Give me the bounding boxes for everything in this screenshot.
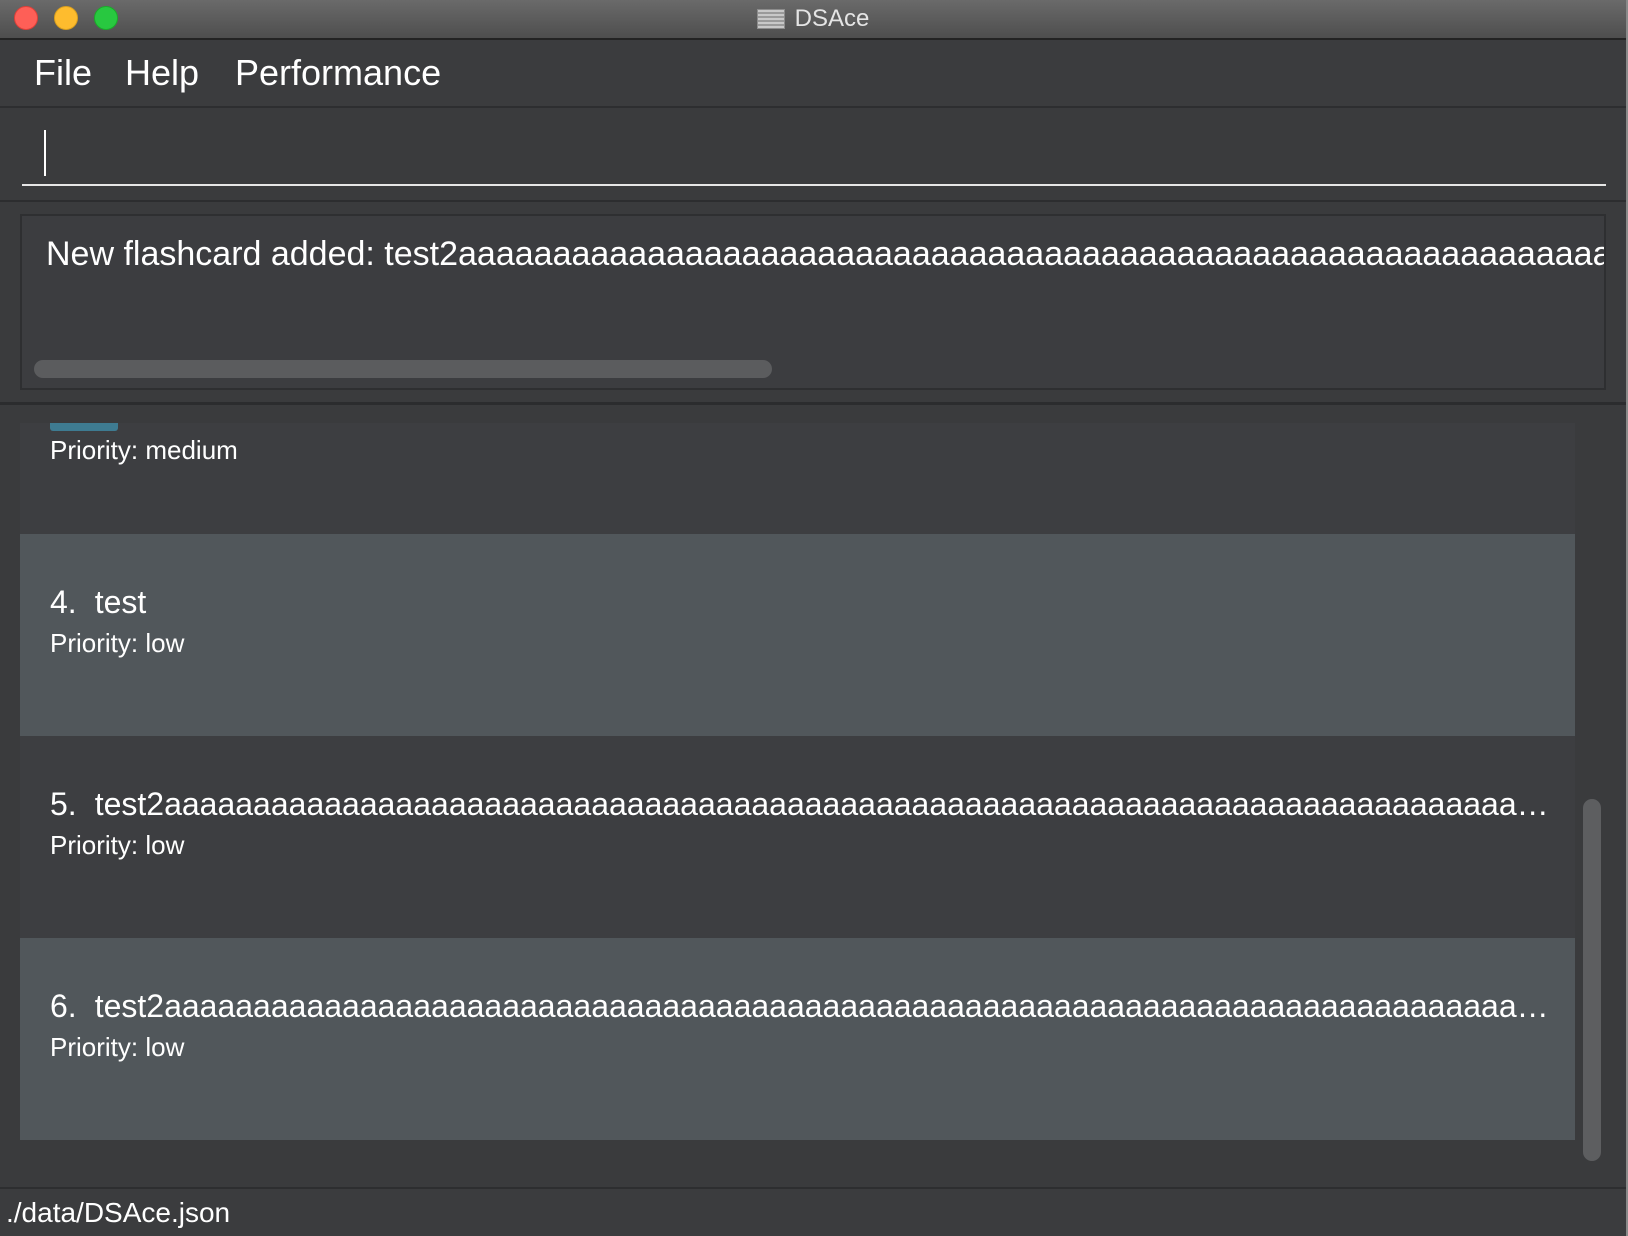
flashcard-question: test2aaaaaaaaaaaaaaaaaaaaaaaaaaaaaaaaaaa… [94,786,1550,822]
document-icon [756,9,785,29]
window-title-group: DSAce [0,0,1626,38]
flashcard-priority: Priority: low [50,830,185,860]
flashcard-item[interactable]: Priority: medium [20,423,1575,534]
flashcard-title: 4. test [50,582,1550,622]
result-display[interactable]: New flashcard added: test2aaaaaaaaaaaaaa… [20,214,1606,390]
flashcard-item[interactable]: 4. test Priority: low [20,534,1575,736]
flashcard-list-panel: Priority: medium 4. test Priority: low 5.… [0,405,1626,1187]
flashcard-question: test2aaaaaaaaaaaaaaaaaaaaaaaaaaaaaaaaaaa… [94,988,1550,1024]
text-caret [44,130,46,176]
list-vertical-scrollbar[interactable] [1583,799,1601,1161]
flashcard-title: 6. test2aaaaaaaaaaaaaaaaaaaaaaaaaaaaaaaaa… [50,986,1550,1026]
flashcard-priority: Priority: medium [50,435,238,465]
title-bar[interactable]: DSAce [0,0,1626,40]
flashcard-item[interactable]: 6. test2aaaaaaaaaaaaaaaaaaaaaaaaaaaaaaaaa… [20,938,1575,1140]
result-display-area: New flashcard added: test2aaaaaaaaaaaaaa… [0,202,1626,405]
flashcard-item[interactable]: 5. test2aaaaaaaaaaaaaaaaaaaaaaaaaaaaaaaaa… [20,736,1575,938]
flashcard-question: test [94,584,147,620]
flashcard-index: 5. [50,786,77,822]
tag-badge [50,423,118,431]
command-box-area [0,108,1626,202]
flashcard-index: 4. [50,584,77,620]
save-file-path: ./data/DSAce.json [6,1197,231,1228]
flashcard-index: 6. [50,988,77,1024]
menu-bar: File Help Performance [0,40,1626,108]
window-title: DSAce [794,5,870,32]
status-bar: ./data/DSAce.json [0,1187,1626,1236]
flashcard-title: 5. test2aaaaaaaaaaaaaaaaaaaaaaaaaaaaaaaaa… [50,784,1550,824]
flashcard-priority: Priority: low [50,628,185,658]
result-horizontal-scrollbar[interactable] [34,360,772,378]
command-input[interactable] [22,120,1606,186]
flashcard-priority: Priority: low [50,1032,185,1062]
app-window: DSAce File Help Performance New flashcar… [0,0,1628,1236]
menu-performance[interactable]: Performance [235,50,441,96]
menu-help[interactable]: Help [125,50,199,96]
menu-file[interactable]: File [34,50,92,96]
result-message: New flashcard added: test2aaaaaaaaaaaaaa… [46,235,1606,273]
flashcard-list[interactable]: Priority: medium 4. test Priority: low 5.… [20,423,1575,1169]
